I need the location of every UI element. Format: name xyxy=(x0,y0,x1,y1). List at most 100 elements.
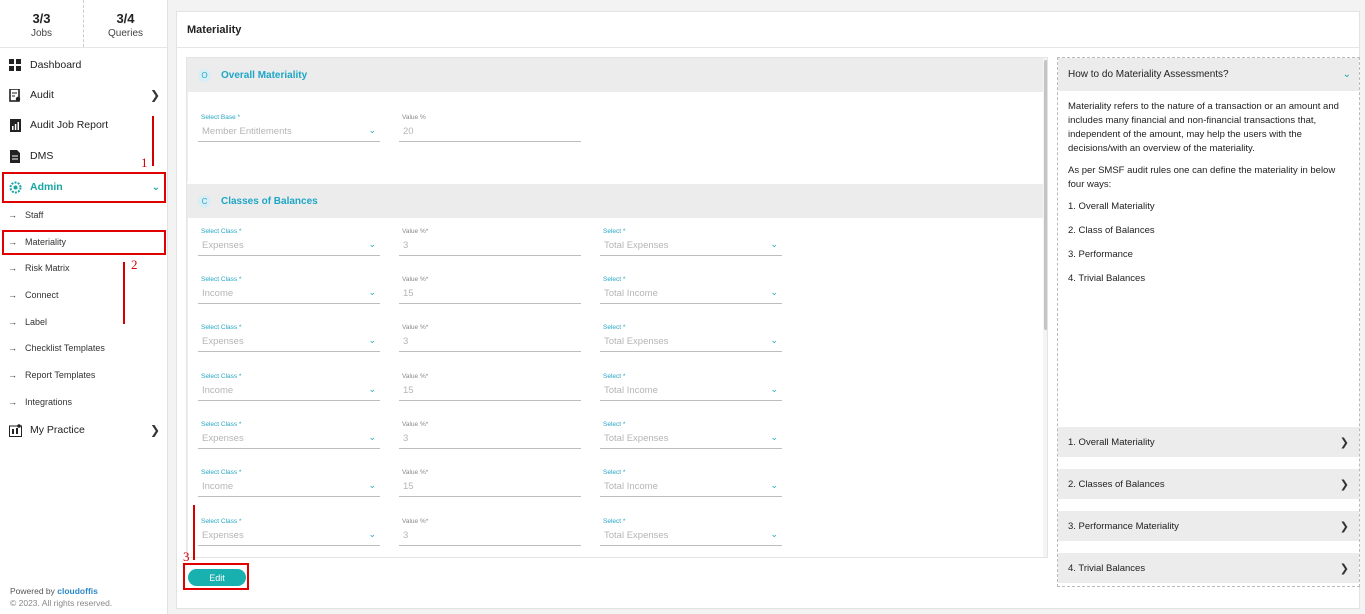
queries-stat[interactable]: 3/4 Queries xyxy=(83,0,167,47)
select-total-value: Total Income xyxy=(604,385,658,396)
sub-checklist-templates[interactable]: → Checklist Templates xyxy=(0,337,168,359)
chevron-down-icon: ⌄ xyxy=(368,125,376,135)
arrow-right-icon: → xyxy=(8,263,17,273)
form-scrollbar[interactable] xyxy=(1043,58,1047,557)
select-class-field[interactable]: Select Class * Expenses ⌄ xyxy=(198,417,380,449)
chevron-down-icon: ⌄ xyxy=(770,432,778,442)
class-value-label: Value %* xyxy=(402,324,429,331)
class-value-field[interactable]: Value %* 15 xyxy=(399,465,581,497)
select-class-value: Income xyxy=(202,481,234,492)
select-class-label: Select Class * xyxy=(201,324,242,331)
highlight-edit-button xyxy=(183,563,249,590)
select-total-label: Select * xyxy=(603,324,626,331)
select-class-field[interactable]: Select Class * Income ⌄ xyxy=(198,272,380,304)
select-class-value: Expenses xyxy=(202,336,244,347)
select-class-field[interactable]: Select Class * Expenses ⌄ xyxy=(198,224,380,256)
nav-my-practice[interactable]: My Practice ❯ xyxy=(0,416,168,444)
dashboard-icon xyxy=(8,58,22,72)
sub-risk-matrix-label: Risk Matrix xyxy=(25,263,70,273)
class-value-field[interactable]: Value %* 3 xyxy=(399,417,581,449)
select-total-field[interactable]: Select * Total Expenses ⌄ xyxy=(600,224,782,256)
select-total-label: Select * xyxy=(603,469,626,476)
select-total-value: Total Income xyxy=(604,481,658,492)
annotation-number-2: 2 xyxy=(131,257,138,272)
chevron-down-icon: ⌄ xyxy=(368,529,376,539)
select-total-field[interactable]: Select * Total Income ⌄ xyxy=(600,272,782,304)
sidebar: 3/3 Jobs 3/4 Queries Dashboard Audit ❯ A… xyxy=(0,0,168,614)
materiality-panel: Materiality O Overall Materiality Select… xyxy=(176,11,1360,609)
queries-count: 3/4 xyxy=(116,11,135,26)
accordion-performance-materiality[interactable]: 3. Performance Materiality ❯ xyxy=(1058,511,1359,541)
scrollbar-thumb[interactable] xyxy=(1044,60,1047,330)
classes-of-balances-header[interactable]: C Classes of Balances xyxy=(187,184,1043,218)
chevron-down-icon: ⌄ xyxy=(368,287,376,297)
powered-by-text: Powered by xyxy=(10,586,55,596)
select-class-label: Select Class * xyxy=(201,276,242,283)
select-class-field[interactable]: Select Class * Expenses ⌄ xyxy=(198,514,380,546)
accordion-trivial-balances[interactable]: 4. Trivial Balances ❯ xyxy=(1058,553,1359,583)
accordion-label: 3. Performance Materiality xyxy=(1068,520,1179,532)
chevron-down-icon: ⌄ xyxy=(1342,69,1351,80)
chevron-right-icon: ❯ xyxy=(149,88,160,102)
class-value-field[interactable]: Value %* 3 xyxy=(399,514,581,546)
jobs-count: 3/3 xyxy=(32,11,51,26)
accordion-label: 1. Overall Materiality xyxy=(1068,436,1155,448)
select-class-field[interactable]: Select Class * Expenses ⌄ xyxy=(198,320,380,352)
copyright-text: © 2023. All rights reserved. xyxy=(10,598,113,608)
select-total-field[interactable]: Select * Total Expenses ⌄ xyxy=(600,417,782,449)
sub-report-templates-label: Report Templates xyxy=(25,370,96,380)
overall-value-label: Value % xyxy=(402,114,426,121)
sub-connect[interactable]: → Connect xyxy=(0,284,168,306)
help-list-item: 2. Class of Balances xyxy=(1068,225,1155,236)
arrow-right-icon: → xyxy=(8,290,17,300)
chevron-right-icon: ❯ xyxy=(1339,436,1349,449)
help-header[interactable]: How to do Materiality Assessments? ⌄ xyxy=(1058,58,1359,91)
overall-materiality-header[interactable]: O Overall Materiality xyxy=(187,58,1043,92)
nav-dashboard[interactable]: Dashboard xyxy=(0,51,168,79)
help-panel: How to do Materiality Assessments? ⌄ Mat… xyxy=(1057,57,1360,587)
help-paragraph-2: As per SMSF audit rules one can define t… xyxy=(1068,165,1336,190)
overall-value-field[interactable]: Value % 20 xyxy=(399,110,581,142)
overall-materiality-body: Select Base * Member Entitlements ⌄ Valu… xyxy=(187,92,1043,182)
select-total-label: Select * xyxy=(603,421,626,428)
document-icon xyxy=(8,149,22,163)
class-value-label: Value %* xyxy=(402,421,429,428)
sub-staff[interactable]: → Staff xyxy=(0,204,168,226)
class-value-field[interactable]: Value %* 3 xyxy=(399,320,581,352)
chevron-right-icon: ❯ xyxy=(1339,562,1349,575)
nav-audit[interactable]: Audit ❯ xyxy=(0,81,168,109)
select-class-field[interactable]: Select Class * Income ⌄ xyxy=(198,465,380,497)
help-list-item: 4. Trivial Balances xyxy=(1068,273,1146,284)
sub-connect-label: Connect xyxy=(25,290,59,300)
select-total-field[interactable]: Select * Total Income ⌄ xyxy=(600,369,782,401)
select-total-label: Select * xyxy=(603,518,626,525)
class-value-field[interactable]: Value %* 15 xyxy=(399,369,581,401)
sub-integrations[interactable]: → Integrations xyxy=(0,391,168,413)
chevron-down-icon: ⌄ xyxy=(770,287,778,297)
sub-risk-matrix[interactable]: → Risk Matrix xyxy=(0,257,168,279)
class-value-label: Value %* xyxy=(402,518,429,525)
page-title: Materiality xyxy=(187,24,242,36)
accordion-overall-materiality[interactable]: 1. Overall Materiality ❯ xyxy=(1058,427,1359,457)
sub-label[interactable]: → Label xyxy=(0,311,168,333)
select-total-field[interactable]: Select * Total Income ⌄ xyxy=(600,465,782,497)
select-class-field[interactable]: Select Class * Income ⌄ xyxy=(198,369,380,401)
class-value-value: 15 xyxy=(403,481,414,492)
select-total-value: Total Expenses xyxy=(604,433,669,444)
jobs-stat[interactable]: 3/3 Jobs xyxy=(0,0,83,47)
class-value-field[interactable]: Value %* 3 xyxy=(399,224,581,256)
select-base-value: Member Entitlements xyxy=(202,126,292,137)
accordion-label: 4. Trivial Balances xyxy=(1068,562,1146,574)
chevron-down-icon: ⌄ xyxy=(368,384,376,394)
nav-audit-job-report[interactable]: Audit Job Report xyxy=(0,111,168,139)
materiality-form: O Overall Materiality Select Base * Memb… xyxy=(186,57,1048,558)
select-class-label: Select Class * xyxy=(201,228,242,235)
select-total-field[interactable]: Select * Total Expenses ⌄ xyxy=(600,320,782,352)
sub-report-templates[interactable]: → Report Templates xyxy=(0,364,168,386)
sidebar-footer: Powered by cloudoffis © 2023. All rights… xyxy=(10,586,112,608)
select-base-field[interactable]: Select Base * Member Entitlements ⌄ xyxy=(198,110,380,142)
class-value-label: Value %* xyxy=(402,469,429,476)
accordion-classes-of-balances[interactable]: 2. Classes of Balances ❯ xyxy=(1058,469,1359,499)
select-total-field[interactable]: Select * Total Expenses ⌄ xyxy=(600,514,782,546)
class-value-field[interactable]: Value %* 15 xyxy=(399,272,581,304)
